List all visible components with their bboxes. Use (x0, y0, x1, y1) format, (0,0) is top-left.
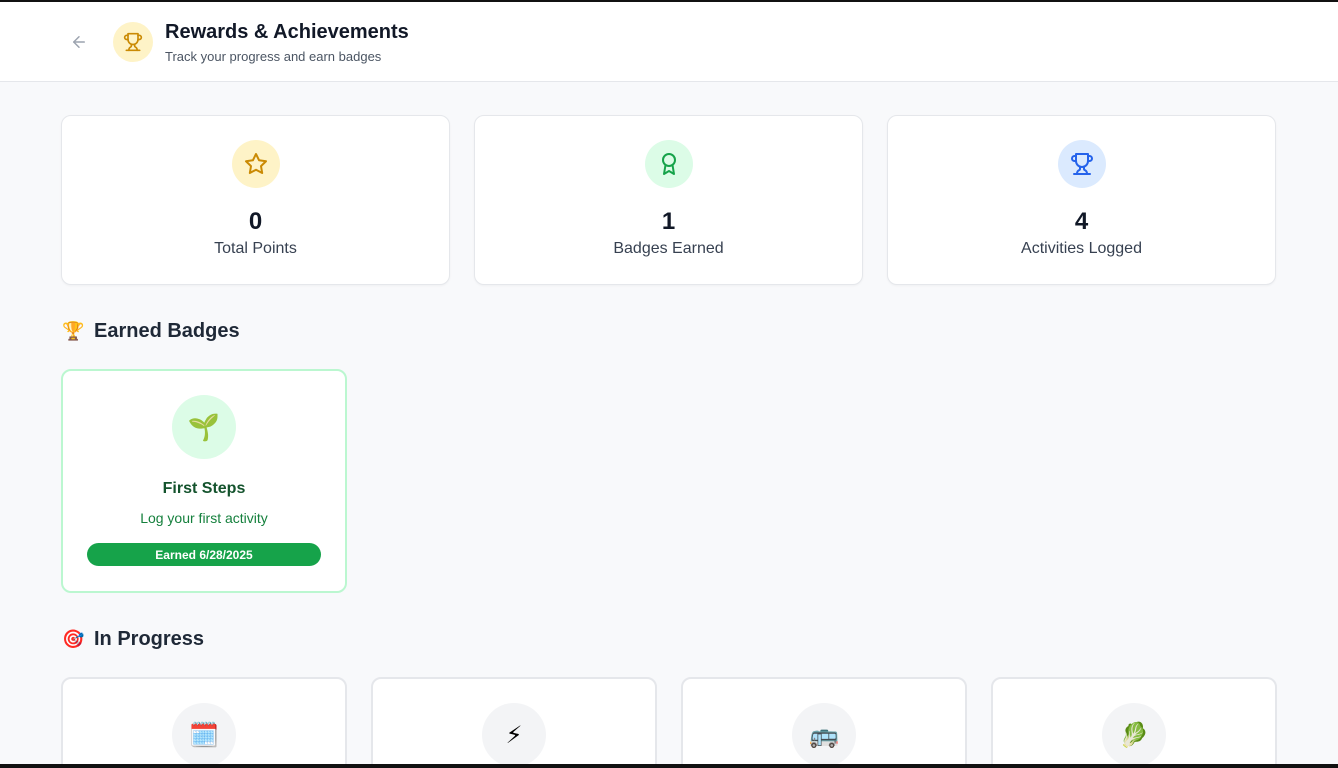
progress-badge-card[interactable]: ⚡ (371, 677, 657, 764)
stat-card-activities-logged: 4 Activities Logged (887, 115, 1276, 285)
badge-description: Log your first activity (140, 510, 268, 526)
section-title-text: Earned Badges (94, 320, 240, 342)
progress-badge-card[interactable]: 🚌 (681, 677, 967, 764)
stat-card-badges-earned: 1 Badges Earned (474, 115, 863, 285)
calendar-icon: 🗓️ (172, 703, 236, 764)
leafy-green-icon: 🥬 (1102, 703, 1166, 764)
in-progress-heading: 🎯 In Progress (62, 628, 204, 651)
stat-value: 1 (661, 208, 676, 235)
target-emoji-icon: 🎯 (62, 629, 85, 649)
star-icon (244, 153, 267, 175)
earned-date-badge: Earned 6/28/2025 (87, 543, 321, 566)
trophy-icon (123, 32, 143, 52)
stat-card-total-points: 0 Total Points (61, 115, 450, 285)
bus-icon: 🚌 (792, 703, 856, 764)
back-button[interactable] (66, 29, 92, 55)
header-trophy-badge (113, 22, 153, 62)
progress-badge-card[interactable]: 🥬 (991, 677, 1277, 764)
lightning-icon: ⚡ (482, 703, 546, 764)
progress-badge-card[interactable]: 🗓️ (61, 677, 347, 764)
badge-card-first-steps[interactable]: 🌱 First Steps Log your first activity Ea… (61, 369, 347, 593)
app-window: Rewards & Achievements Track your progre… (0, 2, 1338, 764)
page-subtitle: Track your progress and earn badges (165, 49, 382, 64)
stat-icon-wrap (1057, 140, 1106, 188)
seedling-icon: 🌱 (172, 395, 236, 459)
stat-label: Total Points (214, 240, 297, 257)
stat-icon-wrap (231, 140, 280, 188)
page-header: Rewards & Achievements Track your progre… (0, 2, 1338, 82)
section-title-text: In Progress (94, 628, 205, 650)
stat-value: 0 (248, 208, 263, 235)
trophy-icon (1070, 153, 1093, 175)
stat-label: Badges Earned (613, 240, 724, 257)
earned-badges-heading: 🏆 Earned Badges (62, 320, 240, 343)
arrow-left-icon (73, 36, 85, 48)
page-title: Rewards & Achievements (165, 21, 409, 43)
stat-label: Activities Logged (1021, 240, 1142, 257)
stat-value: 4 (1074, 208, 1089, 235)
stat-icon-wrap (644, 140, 693, 188)
badge-name: First Steps (162, 480, 246, 497)
trophy-emoji-icon: 🏆 (62, 321, 85, 341)
award-icon (661, 153, 676, 175)
